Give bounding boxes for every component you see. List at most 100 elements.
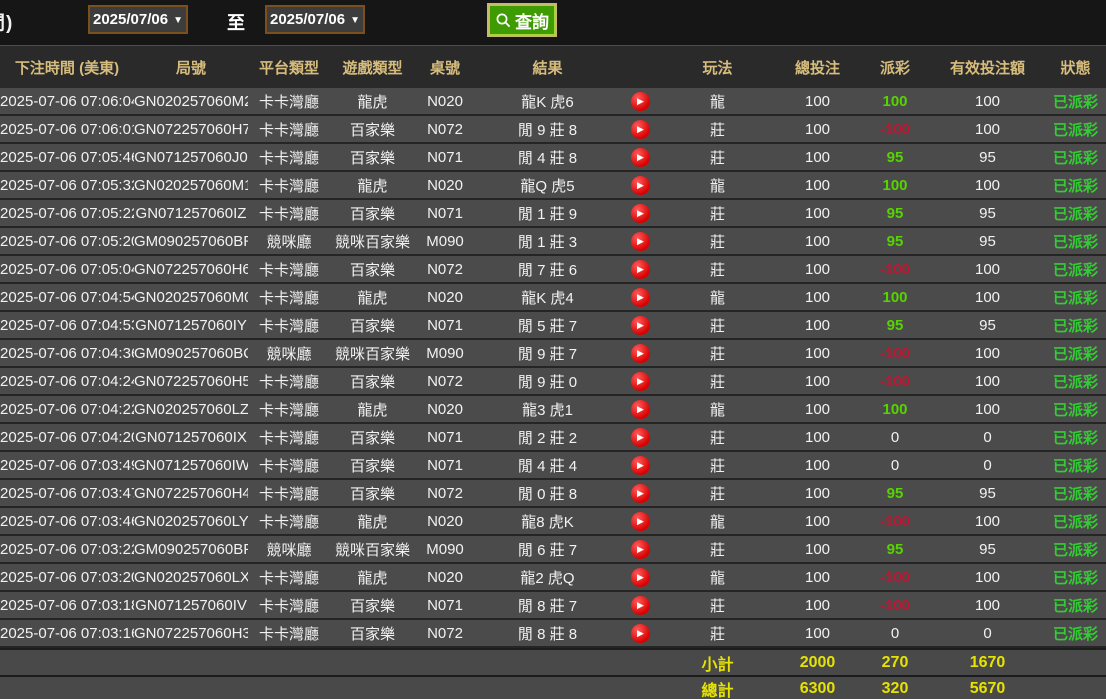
valid-bet-amount: 95 xyxy=(930,317,1045,334)
platform-type: 競咪廳 xyxy=(248,231,330,252)
play-video-button[interactable]: ▶ xyxy=(631,204,650,223)
play-video-button[interactable]: ▶ xyxy=(631,400,650,419)
bet-time: 2025-07-06 07:05:32 xyxy=(0,177,134,194)
play-icon: ▶ xyxy=(637,461,644,470)
payout: 95 xyxy=(860,233,930,250)
date-to-value: 2025/07/06 xyxy=(270,11,345,28)
date-range-to-label: 至 xyxy=(227,9,245,35)
status-badge: 已派彩 xyxy=(1045,455,1106,476)
result: 閒 9 莊 0 xyxy=(475,371,620,392)
play-video-button[interactable]: ▶ xyxy=(631,288,650,307)
status-badge: 已派彩 xyxy=(1045,119,1106,140)
bet-time: 2025-07-06 07:03:47 xyxy=(0,485,134,502)
play-video-button[interactable]: ▶ xyxy=(631,92,650,111)
play-video-button[interactable]: ▶ xyxy=(631,484,650,503)
game-type: 百家樂 xyxy=(330,371,415,392)
play-video-button[interactable]: ▶ xyxy=(631,316,650,335)
status-badge: 已派彩 xyxy=(1045,343,1106,364)
bet-time: 2025-07-06 07:03:49 xyxy=(0,457,134,474)
valid-bet-amount: 100 xyxy=(930,373,1045,390)
round-id: GN071257060IW xyxy=(134,457,248,474)
table-number: N072 xyxy=(415,121,475,138)
play-icon: ▶ xyxy=(637,433,644,442)
bet-history-table: 2025-07-06 07:06:04 GN020257060M2 卡卡灣廳 龍… xyxy=(0,88,1106,648)
game-type: 百家樂 xyxy=(330,203,415,224)
bet-time: 2025-07-06 07:05:22 xyxy=(0,205,134,222)
play-icon: ▶ xyxy=(637,125,644,134)
play-video-button[interactable]: ▶ xyxy=(631,148,650,167)
total-bet: 100 xyxy=(775,121,860,138)
table-row: 2025-07-06 07:06:04 GN020257060M2 卡卡灣廳 龍… xyxy=(0,88,1106,116)
table-header-row: 下注時間 (美東)局號平台類型遊戲類型桌號結果玩法總投注派彩有效投注額狀態 xyxy=(0,45,1106,88)
game-type: 龍虎 xyxy=(330,91,415,112)
result: 閒 0 莊 8 xyxy=(475,483,620,504)
round-id: GN020257060M0 xyxy=(134,289,248,306)
play-video-button[interactable]: ▶ xyxy=(631,232,650,251)
table-row: 2025-07-06 07:04:24 GN072257060H5 卡卡灣廳 百… xyxy=(0,368,1106,396)
payout: -100 xyxy=(860,569,930,586)
table-row: 2025-07-06 07:03:46 GN020257060LY 卡卡灣廳 龍… xyxy=(0,508,1106,536)
table-number: N020 xyxy=(415,289,475,306)
table-number: N072 xyxy=(415,373,475,390)
play-video-button[interactable]: ▶ xyxy=(631,372,650,391)
play-video-button[interactable]: ▶ xyxy=(631,260,650,279)
total-bet: 100 xyxy=(775,317,860,334)
bet-option: 莊 xyxy=(660,455,775,476)
query-button-label: 查詢 xyxy=(515,8,549,33)
payout: 100 xyxy=(860,93,930,110)
bet-time: 2025-07-06 07:06:04 xyxy=(0,93,134,110)
play-icon: ▶ xyxy=(637,265,644,274)
column-header: 玩法 xyxy=(660,57,775,78)
round-id: GN072257060H4 xyxy=(134,485,248,502)
game-type: 龍虎 xyxy=(330,175,415,196)
payout: -100 xyxy=(860,597,930,614)
valid-bet-amount: 100 xyxy=(930,597,1045,614)
valid-bet-amount: 95 xyxy=(930,205,1045,222)
table-row: 2025-07-06 07:06:01 GN072257060H7 卡卡灣廳 百… xyxy=(0,116,1106,144)
table-number: N020 xyxy=(415,401,475,418)
valid-bet-amount: 100 xyxy=(930,289,1045,306)
play-video-button[interactable]: ▶ xyxy=(631,456,650,475)
status-badge: 已派彩 xyxy=(1045,259,1106,280)
play-video-button[interactable]: ▶ xyxy=(631,428,650,447)
play-video-button[interactable]: ▶ xyxy=(631,512,650,531)
play-video-button[interactable]: ▶ xyxy=(631,176,650,195)
subtotal-total-bet: 2000 xyxy=(775,654,860,672)
table-row: 2025-07-06 07:04:22 GN020257060LZ 卡卡灣廳 龍… xyxy=(0,396,1106,424)
query-button[interactable]: 查詢 xyxy=(487,3,557,37)
total-bet: 100 xyxy=(775,205,860,222)
bet-option: 龍 xyxy=(660,399,775,420)
game-type: 競咪百家樂 xyxy=(330,231,415,252)
play-video-button[interactable]: ▶ xyxy=(631,624,650,643)
play-video-button[interactable]: ▶ xyxy=(631,568,650,587)
total-bet: 100 xyxy=(775,289,860,306)
play-video-button[interactable]: ▶ xyxy=(631,120,650,139)
round-id: GN072257060H6 xyxy=(134,261,248,278)
status-badge: 已派彩 xyxy=(1045,427,1106,448)
play-icon: ▶ xyxy=(637,629,644,638)
date-from-select[interactable]: 2025/07/06 ▼ xyxy=(88,5,188,34)
bet-option: 莊 xyxy=(660,231,775,252)
play-icon: ▶ xyxy=(637,517,644,526)
table-number: M090 xyxy=(415,345,475,362)
result: 閒 4 莊 4 xyxy=(475,455,620,476)
bet-option: 莊 xyxy=(660,147,775,168)
table-number: N072 xyxy=(415,485,475,502)
play-video-button[interactable]: ▶ xyxy=(631,596,650,615)
bet-time: 2025-07-06 07:04:36 xyxy=(0,345,134,362)
bet-option: 莊 xyxy=(660,483,775,504)
game-type: 百家樂 xyxy=(330,623,415,644)
platform-type: 卡卡灣廳 xyxy=(248,399,330,420)
column-header: 局號 xyxy=(134,57,248,78)
play-video-button[interactable]: ▶ xyxy=(631,344,650,363)
total-bet: 100 xyxy=(775,261,860,278)
total-bet: 100 xyxy=(775,149,860,166)
play-video-button[interactable]: ▶ xyxy=(631,540,650,559)
valid-bet-amount: 95 xyxy=(930,541,1045,558)
total-bet: 100 xyxy=(775,541,860,558)
payout: 95 xyxy=(860,485,930,502)
date-to-select[interactable]: 2025/07/06 ▼ xyxy=(265,5,365,34)
round-id: GN071257060IZ xyxy=(134,205,248,222)
table-row: 2025-07-06 07:03:20 GN020257060LX 卡卡灣廳 龍… xyxy=(0,564,1106,592)
play-icon: ▶ xyxy=(637,97,644,106)
